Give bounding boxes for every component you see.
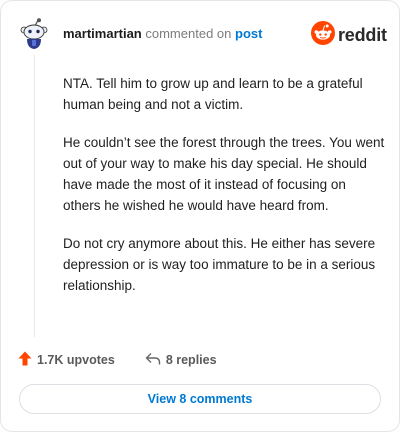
upvote-arrow-icon: [18, 351, 32, 369]
post-link[interactable]: post: [235, 26, 262, 41]
commented-text: commented on: [145, 26, 232, 41]
reddit-logo-icon: [311, 21, 335, 50]
reddit-wordmark: reddit: [338, 25, 387, 45]
user-avatar-icon[interactable]: [19, 18, 49, 50]
comment-paragraph: Do not cry anymore about this. He either…: [63, 236, 376, 293]
comment-paragraph: He couldn’t see the forest through the t…: [63, 135, 385, 213]
comment-actions: 1.7K upvotes 8 replies: [18, 351, 217, 369]
comment-body: NTA. Tell him to grow up and learn to be…: [63, 73, 385, 313]
view-comments-label: View 8 comments: [147, 392, 253, 406]
replies-count: 8 replies: [165, 353, 217, 367]
thread-line: [34, 55, 35, 337]
username-link[interactable]: martimartian: [63, 26, 142, 41]
upvote-count: 1.7K upvotes: [37, 353, 115, 367]
upvote-button[interactable]: 1.7K upvotes: [18, 351, 115, 369]
comment-paragraph: NTA. Tell him to grow up and learn to be…: [63, 76, 363, 112]
reply-arrow-icon: [145, 352, 161, 369]
comment-header: martimartian commented on post: [63, 27, 262, 41]
comment-card: martimartian commented on post reddit NT…: [0, 0, 400, 432]
replies-button[interactable]: 8 replies: [145, 352, 217, 369]
reddit-brand[interactable]: reddit: [311, 21, 387, 50]
view-comments-button[interactable]: View 8 comments: [19, 384, 381, 414]
